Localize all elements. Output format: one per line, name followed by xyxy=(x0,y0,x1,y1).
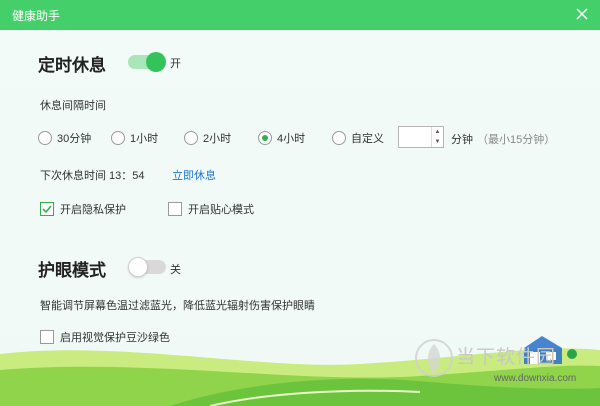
watermark-text: 当下软件园 xyxy=(456,347,557,368)
custom-minutes-stepper[interactable]: ▲ ▼ xyxy=(398,126,444,148)
radio-circle xyxy=(184,131,198,145)
caring-label: 开启贴心模式 xyxy=(188,204,254,216)
rest-toggle-knob xyxy=(146,52,166,72)
radio-circle xyxy=(111,131,125,145)
eye-toggle[interactable] xyxy=(128,257,166,277)
eye-toggle-knob xyxy=(128,257,148,277)
radio-label: 2小时 xyxy=(203,133,232,145)
interval-option-1h[interactable]: 1小时 xyxy=(111,130,158,146)
privacy-checkbox[interactable]: 开启隐私保护 xyxy=(40,201,126,217)
stepper-up-icon[interactable]: ▲ xyxy=(432,127,443,137)
stepper-down-icon[interactable]: ▼ xyxy=(432,137,443,147)
radio-label: 自定义 xyxy=(351,133,384,145)
custom-hint: （最小15分钟） xyxy=(477,134,556,146)
window-title: 健康助手 xyxy=(12,9,61,23)
next-rest-time: 下次休息时间 13：54 xyxy=(40,170,145,182)
eye-section-title: 护眼模式 xyxy=(38,261,106,280)
eye-toggle-state: 关 xyxy=(170,264,181,276)
privacy-label: 开启隐私保护 xyxy=(60,204,126,216)
checkbox-box xyxy=(40,202,54,216)
interval-option-2h[interactable]: 2小时 xyxy=(184,130,231,146)
radio-label: 30分钟 xyxy=(57,133,92,145)
close-icon[interactable] xyxy=(574,6,590,22)
interval-option-30min[interactable]: 30分钟 xyxy=(38,130,91,146)
interval-option-custom[interactable]: 自定义 xyxy=(332,130,384,146)
interval-option-4h[interactable]: 4小时 xyxy=(258,130,305,146)
checkbox-box xyxy=(168,202,182,216)
rest-toggle-state: 开 xyxy=(170,58,181,70)
eye-description: 智能调节屏幕色温过滤蓝光，降低蓝光辐射伤害保护眼睛 xyxy=(40,300,315,312)
interval-label: 休息间隔时间 xyxy=(40,100,106,112)
caring-mode-checkbox[interactable]: 开启贴心模式 xyxy=(168,201,254,217)
radio-circle-selected xyxy=(258,131,272,145)
rest-now-link[interactable]: 立即休息 xyxy=(172,167,216,183)
watermark-url: www.downxia.com xyxy=(494,373,577,384)
rest-toggle[interactable] xyxy=(128,52,166,72)
check-icon xyxy=(42,205,52,214)
radio-label: 4小时 xyxy=(277,133,306,145)
stepper-arrows[interactable]: ▲ ▼ xyxy=(431,127,443,147)
custom-unit: 分钟 xyxy=(451,134,473,146)
title-bar: 健康助手 xyxy=(0,0,600,30)
radio-circle xyxy=(332,131,346,145)
rest-section-title: 定时休息 xyxy=(38,56,106,75)
radio-circle xyxy=(38,131,52,145)
radio-label: 1小时 xyxy=(130,133,159,145)
